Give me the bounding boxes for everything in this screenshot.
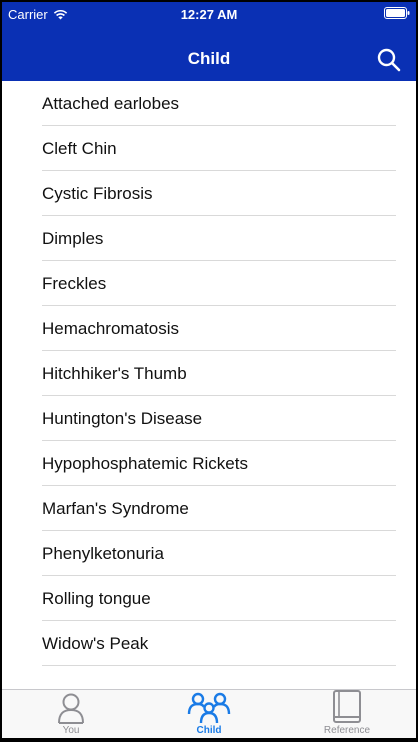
list-item[interactable]: Phenylketonuria: [2, 531, 416, 576]
person-icon: [58, 693, 84, 724]
tab-you[interactable]: You: [2, 690, 140, 738]
tab-you-label: You: [62, 725, 80, 736]
family-icon: [187, 692, 231, 724]
trait-list: Attached earlobes Cleft Chin Cystic Fibros…: [2, 81, 416, 690]
status-time: 12:27 AM: [180, 7, 238, 22]
tab-reference-label: Reference: [323, 725, 371, 736]
book-icon: [333, 690, 361, 723]
list-item[interactable]: Rolling tongue: [2, 576, 416, 621]
list-item[interactable]: Cleft Chin: [2, 126, 416, 171]
navigation-header: Carrier 12:27 AM Child: [2, 2, 416, 81]
list-item[interactable]: Cystic Fibrosis: [2, 171, 416, 216]
list-item[interactable]: Huntington's Disease: [2, 396, 416, 441]
list-item[interactable]: Attached earlobes: [2, 81, 416, 126]
battery-icon: [384, 7, 410, 19]
list-item[interactable]: Hitchhiker's Thumb: [2, 351, 416, 396]
list-item[interactable]: Hemachromatosis: [2, 306, 416, 351]
list-item[interactable]: Dimples: [2, 216, 416, 261]
list-item[interactable]: Hypophosphatemic Rickets: [2, 441, 416, 486]
status-bar: Carrier 12:27 AM: [2, 2, 416, 26]
tab-bar: You Child Reference: [2, 689, 416, 738]
list-item[interactable]: Freckles: [2, 261, 416, 306]
search-icon[interactable]: [376, 47, 402, 73]
page-title: Child: [187, 49, 231, 68]
tab-child-label: Child: [196, 725, 222, 736]
app-screen: Carrier 12:27 AM Child Attached earlobes…: [2, 2, 416, 738]
list-item[interactable]: Marfan's Syndrome: [2, 486, 416, 531]
tab-child[interactable]: Child: [140, 690, 278, 738]
tab-reference[interactable]: Reference: [278, 690, 416, 738]
list-item[interactable]: Widow's Peak: [2, 621, 416, 666]
